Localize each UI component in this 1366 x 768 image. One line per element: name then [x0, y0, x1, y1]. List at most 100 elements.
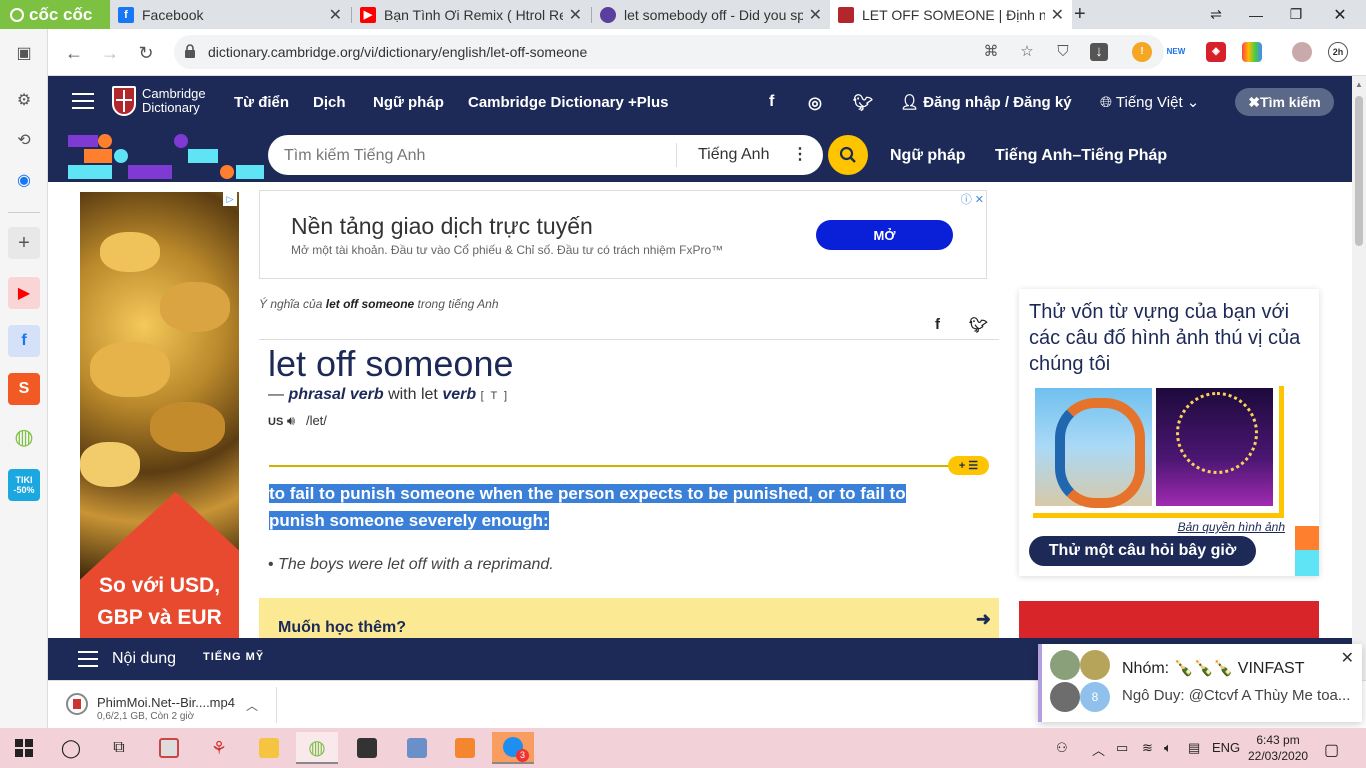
minimize-icon[interactable]: — — [1236, 0, 1276, 29]
left-advertisement[interactable]: So với USD, GBP và EUR ▷ — [80, 192, 239, 638]
taskbar-app-icon[interactable] — [148, 732, 190, 764]
speaker-icon[interactable]: 🔊︎ — [287, 413, 295, 428]
more-options-icon[interactable]: ⋮ — [792, 144, 808, 164]
top-advertisement[interactable]: Nền tảng giao dịch trực tuyến Mở một tài… — [259, 190, 987, 279]
grammar-code[interactable]: [ T ] — [481, 390, 510, 402]
tab-facebook[interactable]: f Facebook ✕ — [110, 0, 350, 29]
chevron-up-icon[interactable]: ︿ — [246, 697, 258, 714]
nav-plus[interactable]: Cambridge Dictionary +Plus — [468, 94, 668, 111]
tab-did-you-speak[interactable]: let somebody off - Did you spe ✕ — [592, 0, 830, 29]
close-icon[interactable]: ✕ — [329, 5, 342, 25]
add-shortcut-icon[interactable]: + — [8, 227, 40, 259]
contents-link[interactable]: Nội dung — [112, 650, 176, 668]
login-link[interactable]: 👤︎ Đăng nhập / Đăng ký — [900, 93, 1072, 111]
contents-menu-icon[interactable] — [78, 651, 98, 667]
search-submit-button[interactable] — [828, 135, 868, 175]
page-scrollbar[interactable]: ▲ — [1352, 76, 1366, 680]
instagram-icon[interactable]: ◎ — [808, 93, 822, 113]
shield-icon[interactable]: ⛉ — [1054, 43, 1072, 61]
messenger-icon[interactable]: ◉ — [8, 164, 40, 196]
chevron-up-icon[interactable]: ︿ — [1092, 740, 1105, 759]
tiki-shortcut-icon[interactable]: TIKI -50% — [8, 469, 40, 501]
scroll-up-icon[interactable]: ▲ — [1355, 80, 1363, 89]
bookmark-star-icon[interactable]: ☆ — [1018, 43, 1036, 61]
facebook-icon[interactable]: f — [769, 93, 774, 111]
notification-center-icon[interactable]: ▢ — [1324, 740, 1339, 760]
subnav-english-french[interactable]: Tiếng Anh–Tiếng Pháp — [995, 147, 1167, 165]
tab-cambridge[interactable]: LET OFF SOMEONE | Định nghĩa ✕ — [830, 0, 1072, 29]
settings-icon[interactable]: ⚙ — [8, 84, 40, 116]
nav-translate[interactable]: Dịch — [313, 94, 346, 111]
address-bar[interactable]: dictionary.cambridge.org/vi/dictionary/e… — [174, 35, 1164, 69]
windows-start-icon[interactable] — [3, 732, 45, 764]
region-tab[interactable]: TIẾNG MỸ — [203, 651, 264, 663]
coccoc-logo[interactable]: cốc cốc — [0, 0, 110, 29]
subnav-grammar[interactable]: Ngữ pháp — [890, 147, 966, 165]
part-of-speech[interactable]: phrasal verb — [288, 386, 383, 403]
twitter-icon[interactable]: 🐦︎ — [853, 93, 873, 113]
ad-open-button[interactable]: MỞ — [816, 220, 953, 250]
profile-avatar[interactable] — [1292, 42, 1312, 62]
facebook-shortcut-icon[interactable]: f — [8, 325, 40, 357]
adchoices-icon[interactable]: ▷ — [223, 192, 237, 206]
close-icon[interactable]: ✕ — [1051, 5, 1064, 25]
youtube-shortcut-icon[interactable]: ▶ — [8, 277, 40, 309]
file-explorer-icon[interactable] — [248, 732, 290, 764]
verb-label[interactable]: verb — [442, 386, 476, 403]
learn-more-banner[interactable]: Muốn học thêm? ➜ — [259, 598, 999, 638]
foxit-pdf-icon[interactable] — [444, 732, 486, 764]
translate-icon[interactable]: ⌘ — [982, 43, 1000, 61]
menu-icon[interactable] — [72, 93, 94, 109]
coccoc-taskbar-icon[interactable]: ◍ — [296, 732, 338, 764]
shopee-shortcut-icon[interactable]: S — [8, 373, 40, 405]
image-copyright-link[interactable]: Bản quyền hình ảnh — [1178, 520, 1285, 534]
share-twitter-icon[interactable]: 🐦︎ — [969, 316, 988, 334]
waterslide-image[interactable] — [1035, 388, 1152, 508]
download-icon[interactable]: ↓ — [1090, 43, 1108, 61]
carousel-image[interactable] — [1156, 388, 1273, 506]
volume-icon[interactable]: 🔈︎ — [1164, 740, 1172, 756]
extension-color-icon[interactable] — [1242, 42, 1262, 62]
timer-icon[interactable]: 2h — [1328, 42, 1348, 62]
input-language[interactable]: ENG — [1212, 740, 1240, 755]
taskbar-app-icon[interactable] — [396, 732, 438, 764]
back-icon[interactable]: ← — [62, 41, 86, 65]
sticky-notes-icon[interactable] — [346, 732, 388, 764]
people-icon[interactable]: ⚇ — [1056, 740, 1068, 756]
search-input[interactable]: Tìm kiếm Tiếng Anh Tiếng Anh ⋮ — [268, 135, 823, 175]
task-view-icon[interactable]: ⧉ — [98, 732, 140, 764]
extension-new-icon[interactable]: NEW — [1166, 42, 1186, 62]
extension-bulb-icon[interactable]: ! — [1132, 42, 1152, 62]
battery-icon[interactable]: ▭ — [1116, 740, 1128, 756]
window-close-icon[interactable]: ✕ — [1320, 0, 1360, 29]
tab-menu-icon[interactable]: ⇌ — [1196, 0, 1236, 29]
cambridge-logo[interactable]: Cambridge Dictionary — [112, 86, 206, 116]
zalo-icon[interactable]: 3 — [492, 732, 534, 764]
ad-info-close-icon[interactable]: ⓘ ✕ — [961, 191, 984, 207]
taskbar-app-icon[interactable]: ⚘ — [198, 732, 240, 764]
close-icon[interactable]: ✕ — [1341, 648, 1354, 668]
wifi-icon[interactable]: ≋ — [1142, 740, 1153, 756]
history-icon[interactable]: ⟲ — [8, 124, 40, 156]
share-facebook-icon[interactable]: f — [935, 316, 940, 333]
coccoc-shortcut-icon[interactable]: ◍ — [8, 421, 40, 453]
maximize-icon[interactable]: ❐ — [1276, 0, 1316, 29]
download-filename[interactable]: PhimMoi.Net--Bir....mp4 — [97, 695, 235, 710]
right-advertisement[interactable] — [1019, 601, 1319, 638]
scrollbar-thumb[interactable] — [1355, 96, 1363, 246]
reload-icon[interactable]: ↻ — [134, 41, 158, 65]
search-language-dropdown[interactable]: Tiếng Anh — [698, 146, 769, 164]
nav-dictionary[interactable]: Từ điển — [234, 94, 289, 111]
language-selector[interactable]: 🌐︎ Tiếng Việt ⌄ — [1100, 93, 1199, 111]
close-icon[interactable]: ✕ — [809, 5, 822, 25]
definition[interactable]: to fail to punish someone when the perso… — [269, 480, 969, 534]
new-tab-button[interactable]: + — [1074, 0, 1098, 29]
chat-notification[interactable]: 8 Nhóm: 🍾🍾🍾 VINFAST Ngô Duy: @Ctcvf A Th… — [1038, 644, 1362, 722]
search-icon[interactable]: ◯ — [50, 732, 92, 764]
header-search-button[interactable]: ✖ Tìm kiếm — [1235, 88, 1334, 116]
system-clock[interactable]: 6:43 pm 22/03/2020 — [1248, 732, 1308, 764]
extension-red-icon[interactable]: ◈ — [1206, 42, 1226, 62]
nav-grammar[interactable]: Ngữ pháp — [373, 94, 444, 111]
keyboard-icon[interactable]: ▤ — [1188, 740, 1200, 756]
add-to-wordlist-button[interactable]: + ☰ — [948, 456, 989, 475]
